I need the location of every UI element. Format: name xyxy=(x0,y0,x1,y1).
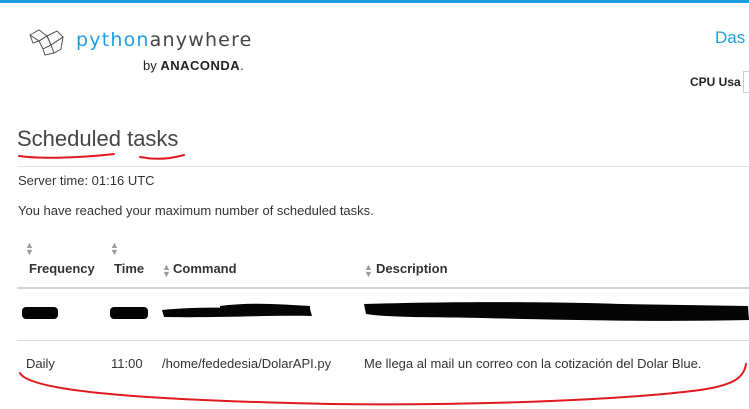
cell-description: Me llega al mail un correo con la cotiza… xyxy=(364,356,702,371)
task-limit-message: You have reached your maximum number of … xyxy=(18,203,374,218)
python-anywhere-logo-icon xyxy=(29,29,64,56)
cell-frequency: Daily xyxy=(26,356,55,371)
cpu-usage-label: CPU Usa xyxy=(690,75,741,89)
column-header-frequency[interactable]: Frequency xyxy=(29,261,95,276)
sort-command-icon[interactable]: ▲ ▼ xyxy=(162,263,171,279)
table-header-divider xyxy=(17,287,749,289)
redacted-description xyxy=(364,302,749,321)
title-divider xyxy=(17,166,749,167)
sort-time-icon[interactable]: ▲ ▼ xyxy=(110,241,119,257)
redacted-command xyxy=(162,303,312,318)
top-accent-bar xyxy=(0,0,749,3)
logo-byline: by ANACONDA. xyxy=(143,58,244,73)
page-title: Scheduled tasks xyxy=(17,126,179,151)
row-divider xyxy=(17,340,749,341)
redacted-time xyxy=(110,307,148,319)
logo-wordmark: pythonanywhere xyxy=(76,29,253,51)
sort-description-icon[interactable]: ▲ ▼ xyxy=(364,263,373,279)
column-header-command[interactable]: Command xyxy=(173,261,237,276)
pythonanywhere-logo[interactable]: pythonanywhere by ANACONDA. xyxy=(27,27,267,77)
column-header-description[interactable]: Description xyxy=(376,261,448,276)
cell-time: 11:00 xyxy=(111,356,143,371)
server-time: Server time: 01:16 UTC xyxy=(18,173,155,188)
cell-command: /home/fededesia/DolarAPI.py xyxy=(162,356,332,371)
redacted-frequency xyxy=(22,307,58,319)
sort-frequency-icon[interactable]: ▲ ▼ xyxy=(25,241,34,257)
nav-dashboard-link[interactable]: Das xyxy=(715,28,745,48)
column-header-time[interactable]: Time xyxy=(114,261,144,276)
cpu-usage-bar xyxy=(743,71,749,93)
